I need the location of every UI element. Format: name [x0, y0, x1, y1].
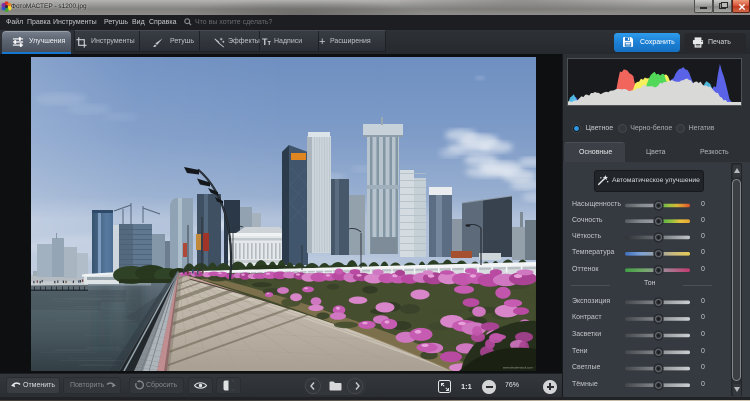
svg-text:www.shutterstock.com · 123456: www.shutterstock.com · 123456 [503, 366, 536, 370]
